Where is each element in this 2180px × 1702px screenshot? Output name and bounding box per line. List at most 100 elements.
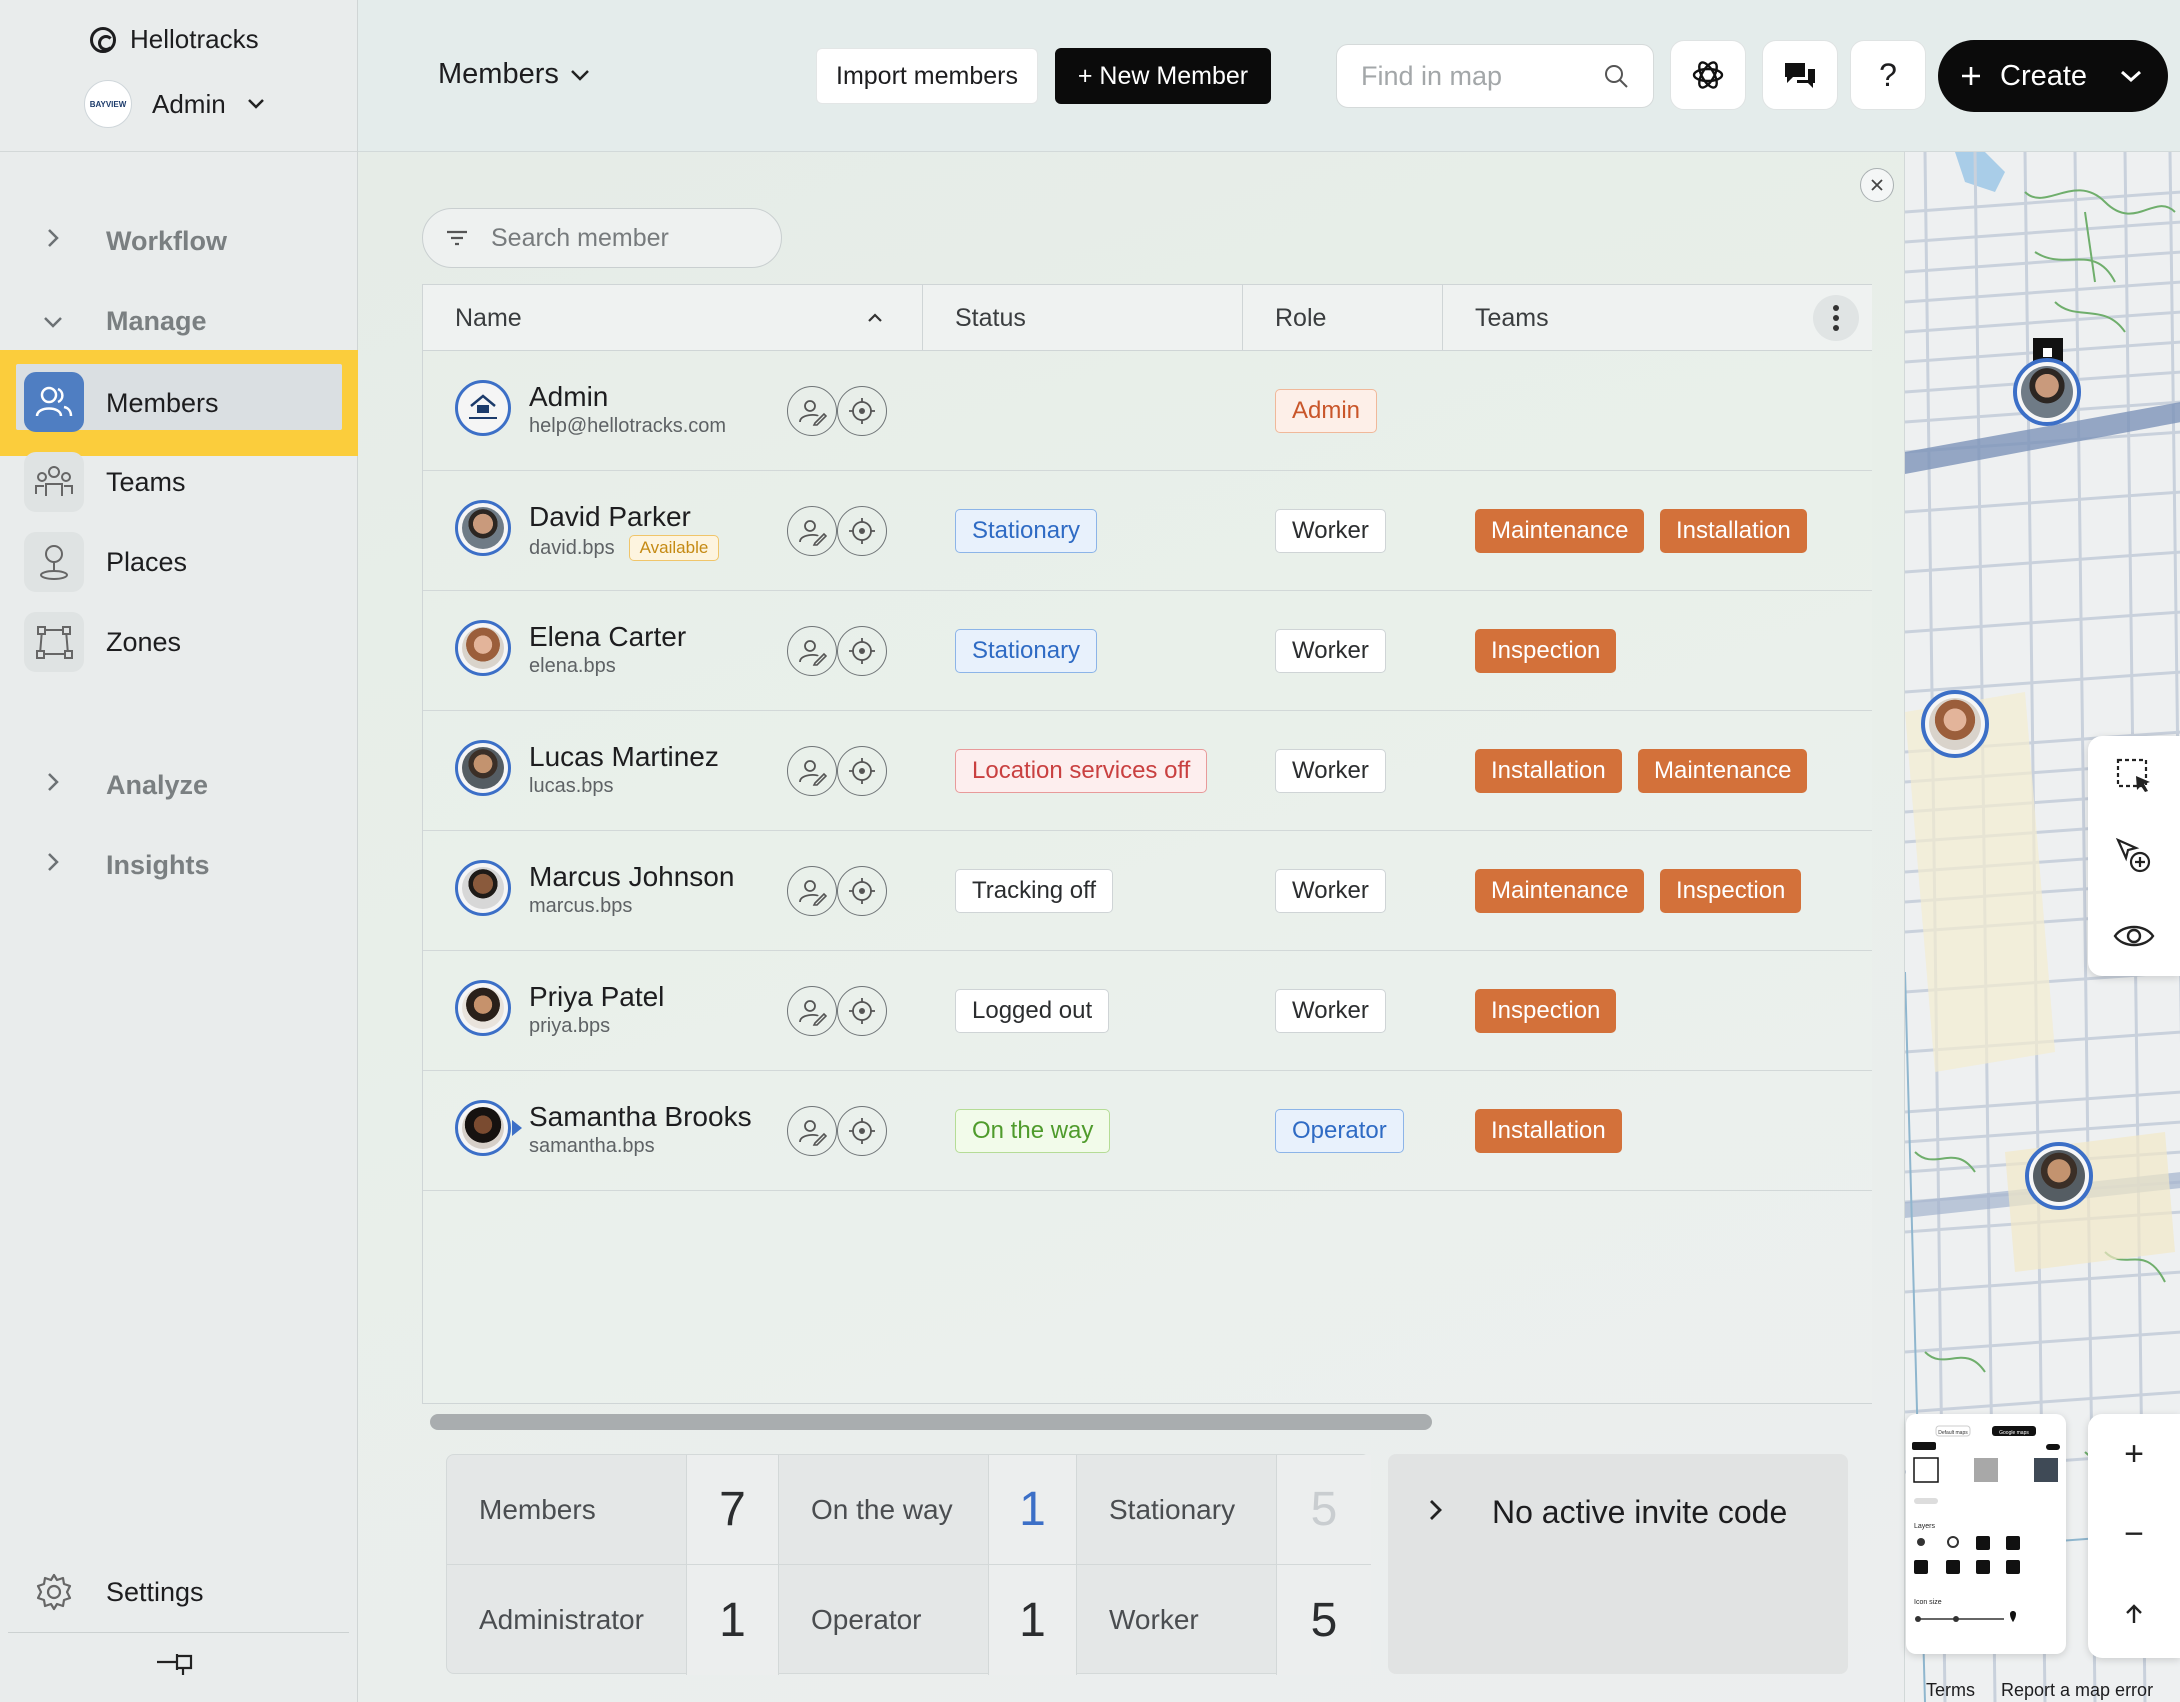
icon-size-label: Icon size: [1914, 1599, 1942, 1606]
horizontal-scrollbar[interactable]: [430, 1414, 1432, 1430]
pin-sidebar-icon[interactable]: [155, 1648, 195, 1681]
member-name[interactable]: Lucas Martinez: [529, 741, 719, 773]
locate-member-button[interactable]: [837, 626, 887, 676]
locate-member-button[interactable]: [837, 1106, 887, 1156]
team-badge[interactable]: Maintenance: [1638, 749, 1808, 793]
member-username: samantha.bps: [529, 1135, 655, 1157]
column-header-role[interactable]: Role: [1243, 285, 1443, 351]
team-badge[interactable]: Installation: [1660, 509, 1807, 553]
add-point-button[interactable]: [2088, 816, 2180, 896]
locate-member-button[interactable]: [837, 986, 887, 1036]
account-switcher[interactable]: BAYVIEW Admin: [84, 80, 266, 128]
map-layers-panel[interactable]: Default maps Google maps Layers Icon siz…: [1906, 1414, 2066, 1654]
edit-member-button[interactable]: [787, 746, 837, 796]
map-marker-member[interactable]: [2025, 1142, 2093, 1210]
table-row[interactable]: Lucas Martinez lucas.bps Location services…: [423, 711, 1872, 831]
sidebar-item-zones[interactable]: Zones: [0, 602, 358, 682]
edit-member-button[interactable]: [787, 386, 837, 436]
create-button[interactable]: Create: [1938, 40, 2168, 112]
locate-member-button[interactable]: [837, 866, 887, 916]
section-workflow[interactable]: Workflow: [40, 226, 227, 257]
table-row[interactable]: Priya Patel priya.bps Logged out Worker Insp…: [423, 951, 1872, 1071]
ai-assistant-button[interactable]: [1670, 40, 1746, 110]
team-badge[interactable]: Inspection: [1475, 989, 1617, 1033]
sidebar-item-label: Places: [106, 546, 188, 577]
direction-arrow-icon: [512, 1120, 522, 1136]
table-row[interactable]: Samantha Brooks samantha.bps On the way Ope…: [423, 1071, 1872, 1191]
layers-label: Layers: [1914, 1523, 1936, 1530]
zoom-in-button[interactable]: +: [2088, 1414, 2180, 1494]
zoom-out-button[interactable]: −: [2088, 1494, 2180, 1574]
search-member-input[interactable]: Search member: [422, 208, 782, 268]
table-row[interactable]: Elena Carter elena.bps Stationary Worker Ins…: [423, 591, 1872, 711]
edit-member-button[interactable]: [787, 626, 837, 676]
rectangle-select-button[interactable]: [2088, 736, 2180, 816]
layers-tab-default: Default maps: [1938, 1430, 1968, 1436]
team-badge[interactable]: Inspection: [1475, 629, 1617, 673]
map-marker-member[interactable]: [1921, 690, 1989, 758]
table-row[interactable]: Admin help@hellotracks.com Admin: [423, 351, 1872, 471]
reset-north-button[interactable]: [2088, 1574, 2180, 1654]
team-badge[interactable]: Installation: [1475, 749, 1622, 793]
edit-member-button[interactable]: [787, 506, 837, 556]
member-username: help@hellotracks.com: [529, 415, 727, 437]
avatar[interactable]: [455, 740, 511, 796]
member-name[interactable]: David Parker: [529, 501, 691, 533]
column-options-button[interactable]: [1813, 295, 1859, 341]
section-manage[interactable]: Manage: [40, 306, 207, 337]
locate-member-button[interactable]: [837, 506, 887, 556]
member-name[interactable]: Elena Carter: [529, 621, 686, 653]
help-button[interactable]: ?: [1850, 40, 1926, 110]
avatar[interactable]: [455, 1100, 511, 1156]
team-badge[interactable]: Inspection: [1660, 869, 1802, 913]
avatar[interactable]: [455, 500, 511, 556]
table-row[interactable]: David Parker david.bps Available Stationary…: [423, 471, 1872, 591]
avatar[interactable]: [455, 860, 511, 916]
column-header-teams[interactable]: Teams: [1443, 285, 1873, 351]
member-name[interactable]: Marcus Johnson: [529, 861, 734, 893]
team-badge[interactable]: Maintenance: [1475, 509, 1645, 553]
avatar[interactable]: [455, 980, 511, 1036]
section-analyze[interactable]: Analyze: [40, 770, 208, 801]
edit-member-button[interactable]: [787, 1106, 837, 1156]
new-member-button[interactable]: + New Member: [1055, 48, 1271, 104]
member-name[interactable]: Priya Patel: [529, 981, 664, 1013]
team-badge[interactable]: Installation: [1475, 1109, 1622, 1153]
locate-member-button[interactable]: [837, 746, 887, 796]
sidebar-item-members[interactable]: Members: [0, 350, 358, 456]
import-members-button[interactable]: Import members: [816, 48, 1038, 104]
column-header-name[interactable]: Name: [423, 285, 923, 351]
visibility-button[interactable]: [2088, 896, 2180, 976]
chevron-down-icon: [2121, 70, 2142, 83]
member-name[interactable]: Admin: [529, 381, 608, 413]
sidebar-item-teams[interactable]: Teams: [0, 442, 358, 522]
select-area-icon: [2116, 758, 2150, 792]
map-terms-link[interactable]: Terms: [1926, 1680, 1975, 1702]
map-marker-member[interactable]: [2013, 358, 2081, 426]
sidebar-item-places[interactable]: Places: [0, 522, 358, 602]
page-title-dropdown[interactable]: Members: [438, 58, 591, 91]
member-name[interactable]: Samantha Brooks: [529, 1101, 752, 1133]
stat-operator-value: 1: [989, 1565, 1077, 1675]
sidebar-item-settings[interactable]: Settings: [24, 1562, 204, 1622]
role-badge: Worker: [1275, 869, 1386, 913]
map-report-error-link[interactable]: Report a map error: [2001, 1680, 2153, 1702]
member-photo: [462, 1107, 504, 1149]
stat-ontheway-value: 1: [989, 1455, 1077, 1565]
locate-member-button[interactable]: [837, 386, 887, 436]
section-insights[interactable]: Insights: [40, 850, 210, 881]
edit-member-button[interactable]: [787, 866, 837, 916]
places-icon: [24, 532, 84, 592]
find-in-map-input[interactable]: Find in map: [1336, 44, 1654, 108]
avatar[interactable]: [455, 380, 511, 436]
invite-code-panel[interactable]: No active invite code: [1388, 1454, 1848, 1674]
close-panel-button[interactable]: [1860, 168, 1894, 202]
column-header-status[interactable]: Status: [923, 285, 1243, 351]
section-label: Workflow: [106, 226, 227, 256]
table-row[interactable]: Marcus Johnson marcus.bps Tracking off Work…: [423, 831, 1872, 951]
sidebar-item-label: Zones: [106, 626, 182, 657]
avatar[interactable]: [455, 620, 511, 676]
edit-member-button[interactable]: [787, 986, 837, 1036]
messages-button[interactable]: [1762, 40, 1838, 110]
team-badge[interactable]: Maintenance: [1475, 869, 1645, 913]
